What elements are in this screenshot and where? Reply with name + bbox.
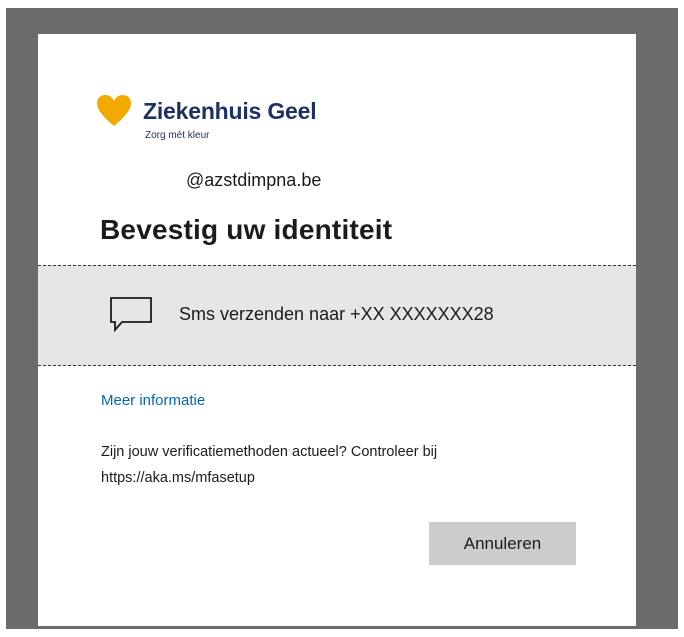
sms-option-label: Sms verzenden naar +XX XXXXXXX28 — [179, 304, 494, 324]
notice-line-2: https://aka.ms/mfasetup — [101, 470, 255, 486]
notice-line-1: Zijn jouw verificatiemethoden actueel? C… — [101, 444, 438, 460]
verification-methods-notice: Zijn jouw verificatiemethoden actueel? C… — [101, 439, 561, 491]
more-information-link[interactable]: Meer informatie — [101, 392, 205, 409]
heart-icon — [97, 95, 131, 126]
frame-border-bottom — [0, 629, 684, 637]
page-title: Bevestig uw identiteit — [100, 214, 393, 245]
sign-in-dialog: Ziekenhuis Geel Zorg mét kleur @azstdimp… — [38, 34, 636, 626]
frame-border-top — [0, 0, 684, 8]
sms-verification-option[interactable]: Sms verzenden naar +XX XXXXXXX28 — [38, 265, 636, 366]
logo-tagline: Zorg mét kleur — [145, 130, 210, 141]
chat-bubble-icon — [110, 297, 152, 333]
logo-name: Ziekenhuis Geel — [143, 98, 317, 124]
cancel-button[interactable]: Annuleren — [429, 522, 576, 565]
account-email: @azstdimpna.be — [186, 170, 322, 190]
organization-logo: Ziekenhuis Geel Zorg mét kleur — [96, 92, 356, 144]
frame-border-left — [0, 0, 6, 637]
frame-border-right — [678, 0, 684, 637]
